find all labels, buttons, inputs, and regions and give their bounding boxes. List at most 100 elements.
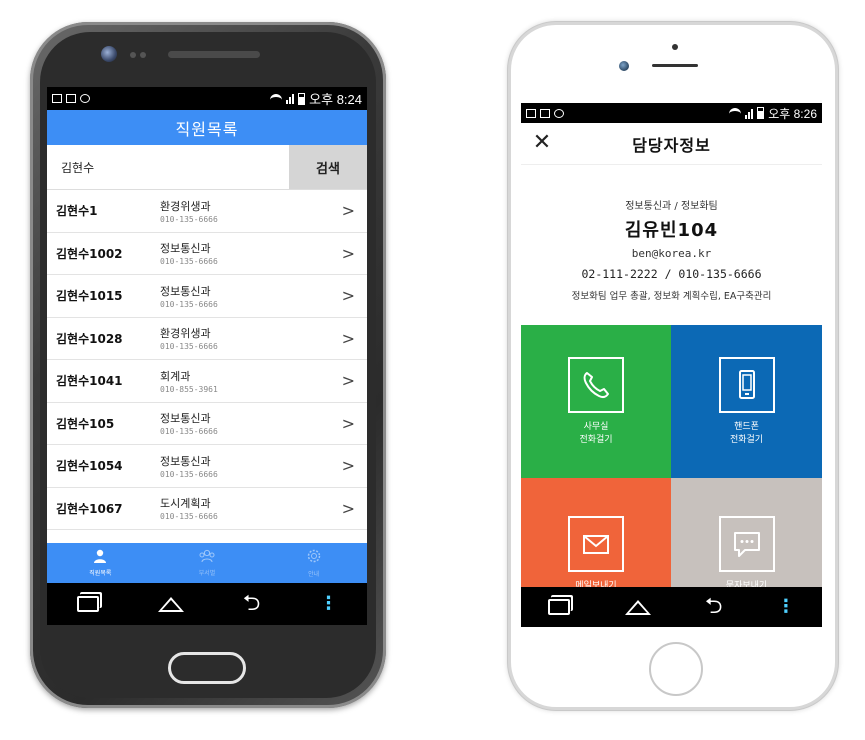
employee-phone: 010-135-6666 <box>160 299 218 309</box>
status-time: 오후 8:26 <box>768 106 817 121</box>
wifi-icon <box>729 108 742 118</box>
employee-department: 회계과 <box>160 369 191 383</box>
tab-label: 직원목록 <box>89 570 112 577</box>
search-bar: 검색 <box>47 145 367 190</box>
employee-phone: 010-135-6666 <box>160 214 218 224</box>
employee-meta: 정보통신과 010-135-6666 <box>160 240 367 266</box>
front-camera <box>101 46 117 62</box>
page-title: 직원목록 <box>47 110 367 145</box>
notification-icon <box>66 94 76 103</box>
employee-meta: 정보통신과 010-135-6666 <box>160 453 367 479</box>
employee-meta: 회계과 010-855-3961 <box>160 368 367 394</box>
action-tiles: 사무실 전화걸기 핸드폰 전화걸기 메일보내기 문자보내기 <box>521 325 822 627</box>
employee-list: 김현수1 환경위생과 010-135-6666 > 김현수1002 정보통신과 010-13… <box>47 190 367 530</box>
employee-row[interactable]: 김현수105 정보통신과 010-135-6666 > <box>47 403 367 445</box>
contact-email[interactable]: ben@korea.kr <box>521 247 822 260</box>
employee-name: 김현수1015 <box>56 289 123 304</box>
employee-name: 김현수1 <box>56 204 98 219</box>
employee-row[interactable]: 김현수1067 도시계획과 010-135-6666 > <box>47 488 367 530</box>
wifi-icon <box>270 93 283 104</box>
tab-by-department[interactable]: 부서별 <box>154 543 261 583</box>
employee-phone: 010-135-6666 <box>160 427 218 437</box>
notification-icons <box>526 108 564 118</box>
employee-row[interactable]: 김현수1054 정보통신과 010-135-6666 > <box>47 445 367 488</box>
contact-department: 정보통신과 / 정보화팀 <box>625 201 718 212</box>
notification-icon <box>80 94 90 103</box>
contact-detail-screen: 오후 8:26 ✕ 담당자정보 정보통신과 / 정보화팀 김유빈104 ben@… <box>521 103 822 627</box>
front-camera <box>619 61 629 71</box>
battery-icon <box>757 107 765 119</box>
notification-icon <box>554 108 564 118</box>
chevron-right-icon: > <box>341 328 355 348</box>
overflow-menu-icon[interactable]: ⋮ <box>777 598 795 616</box>
contact-name: 김유빈104 <box>624 220 719 241</box>
contact-duties: 정보화팀 업무 총괄, 정보화 계획수립, EA구축관리 <box>571 291 772 302</box>
tile-label: 전화걸기 <box>579 434 613 445</box>
notification-icon <box>52 94 62 103</box>
employee-phone: 010-855-3961 <box>160 384 218 394</box>
tile-label: 핸드폰 <box>734 421 759 432</box>
employee-department: 정보통신과 <box>160 242 211 256</box>
office-call-button[interactable]: 사무실 전화걸기 <box>521 325 671 478</box>
person-icon <box>93 549 107 566</box>
employee-name: 김현수1067 <box>56 501 123 516</box>
employee-phone: 010-135-6666 <box>160 342 218 352</box>
sensor-dot <box>140 52 146 58</box>
status-right: 오후 8:24 <box>270 89 362 108</box>
employee-meta: 정보통신과 010-135-6666 <box>160 410 367 436</box>
header: ✕ 담당자정보 <box>521 123 822 165</box>
employee-meta: 환경위생과 010-135-6666 <box>160 198 367 224</box>
hardware-home-button[interactable] <box>168 652 246 684</box>
status-bar: 오후 8:26 <box>521 103 822 123</box>
home-icon[interactable] <box>157 596 184 612</box>
employee-meta: 정보통신과 010-135-6666 <box>160 283 367 309</box>
gear-icon <box>306 548 322 567</box>
employee-phone: 010-135-6666 <box>160 469 218 479</box>
page-title: 담당자정보 <box>632 135 711 155</box>
close-icon[interactable]: ✕ <box>529 130 555 156</box>
employee-phone: 010-135-6666 <box>160 257 218 267</box>
tile-label: 사무실 <box>583 421 609 432</box>
employee-row[interactable]: 김현수1028 환경위생과 010-135-6666 > <box>47 318 367 360</box>
phone-icon <box>568 356 624 413</box>
hardware-home-button[interactable] <box>649 642 703 696</box>
employee-meta: 환경위생과 010-135-6666 <box>160 325 367 351</box>
notification-icon <box>540 108 550 118</box>
recent-apps-icon[interactable] <box>76 596 99 612</box>
back-icon[interactable]: ⮌ <box>705 596 723 618</box>
home-icon[interactable] <box>624 599 651 615</box>
employee-department: 환경위생과 <box>160 327 211 341</box>
chevron-right-icon: > <box>341 371 355 391</box>
back-icon[interactable]: ⮌ <box>243 593 261 615</box>
mobile-call-button[interactable]: 핸드폰 전화걸기 <box>671 325 822 478</box>
employee-department: 환경위생과 <box>160 199 211 213</box>
battery-icon <box>298 92 306 105</box>
mobile-icon <box>718 356 775 413</box>
employee-department: 도시계획과 <box>160 497 211 511</box>
signal-icon <box>286 93 295 104</box>
search-button[interactable]: 검색 <box>289 145 367 189</box>
employee-row[interactable]: 김현수1 환경위생과 010-135-6666 > <box>47 190 367 233</box>
chevron-right-icon: > <box>341 498 355 518</box>
overflow-menu-icon[interactable]: ⋮ <box>319 595 337 613</box>
sensor-dot <box>130 52 136 58</box>
tile-label: 전화걸기 <box>729 434 764 445</box>
chevron-right-icon: > <box>341 413 355 433</box>
employee-department: 정보통신과 <box>160 284 211 298</box>
employee-name: 김현수1028 <box>56 331 123 346</box>
tab-label: 안내 <box>308 571 320 578</box>
message-icon <box>718 516 775 572</box>
contact-profile: 정보통신과 / 정보화팀 김유빈104 ben@korea.kr 02-111-… <box>521 165 822 325</box>
notification-icon <box>526 108 536 118</box>
recent-apps-icon[interactable] <box>548 599 571 615</box>
mail-icon <box>568 516 624 572</box>
employee-row[interactable]: 김현수1015 정보통신과 010-135-6666 > <box>47 275 367 318</box>
employee-row[interactable]: 김현수1002 정보통신과 010-135-6666 > <box>47 233 367 275</box>
tab-info[interactable]: 안내 <box>260 543 367 583</box>
chevron-right-icon: > <box>341 456 355 476</box>
employee-department: 정보통신과 <box>160 412 211 426</box>
search-input[interactable] <box>47 145 289 189</box>
employee-name: 김현수1002 <box>56 246 123 261</box>
employee-row[interactable]: 김현수1041 회계과 010-855-3961 > <box>47 360 367 403</box>
tab-employee-list[interactable]: 직원목록 <box>47 543 154 583</box>
